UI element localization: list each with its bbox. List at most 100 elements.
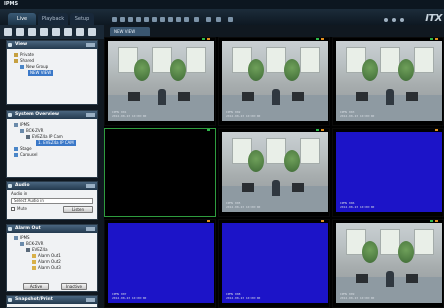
video-tile[interactable]: IPMS 005 2012-08-23 10:00:00 xyxy=(218,128,330,217)
edit-view-icon[interactable] xyxy=(40,28,48,36)
screen-icon[interactable] xyxy=(228,17,233,22)
tree-item-carousel[interactable]: Carousel xyxy=(10,152,94,158)
tab-live[interactable]: Live xyxy=(8,13,36,25)
device-icon xyxy=(26,248,30,252)
monitor-shape xyxy=(178,92,190,101)
panel-controls-icon[interactable] xyxy=(86,43,95,47)
record-status-icon xyxy=(316,129,319,131)
video-grid: IPMS 001 2012-08-23 10:00:00 IPMS 002 2012… xyxy=(104,37,444,308)
camera-snapshot-icon xyxy=(8,298,12,302)
layout-1p5-icon[interactable] xyxy=(152,17,157,22)
motion-status-icon xyxy=(321,38,324,40)
tree-item-new-view[interactable]: NEW VIEW xyxy=(28,70,54,76)
help-icon[interactable] xyxy=(400,18,404,22)
tree-item-label: BCK-ZVR xyxy=(26,241,44,246)
tab-setup[interactable]: Setup xyxy=(70,13,94,25)
camera-remove-icon[interactable] xyxy=(76,28,84,36)
sequence-icon[interactable] xyxy=(206,17,211,22)
mute-checkbox[interactable] xyxy=(11,207,15,211)
alarm-active-button[interactable]: Active xyxy=(23,283,49,290)
audio-panel-title: Audio xyxy=(15,183,30,188)
snapshot-title: Snapshot/Print xyxy=(15,297,53,302)
alarm-out-panel: Alarm Out IPMS BCK-ZVR EVEZ4a Alarm Out1… xyxy=(6,224,98,292)
window-shape xyxy=(380,229,400,255)
tree-item-label: Carousel xyxy=(20,152,38,157)
alarm-out-header[interactable]: Alarm Out xyxy=(7,225,97,233)
tree-item-label: Alarm Out1 xyxy=(38,253,61,258)
layout-1p7-icon[interactable] xyxy=(160,17,165,22)
folder-icon xyxy=(14,53,18,57)
fullscreen-icon[interactable] xyxy=(216,17,221,22)
audio-panel-header[interactable]: Audio xyxy=(7,182,97,190)
monitor-shape xyxy=(242,92,254,101)
snapshot-header[interactable]: Snapshot/Print xyxy=(7,296,97,304)
video-tile-selected[interactable] xyxy=(104,128,216,217)
camera-feed: IPMS 005 2012-08-23 10:00:00 xyxy=(222,132,328,212)
alarm-out-3[interactable]: Alarm Out3 xyxy=(10,265,94,271)
video-tile[interactable]: IPMS 001 2012-08-23 10:00:00 xyxy=(104,37,216,126)
panel-controls-icon[interactable] xyxy=(86,298,95,302)
favorite-icon[interactable] xyxy=(52,28,60,36)
delete-view-icon[interactable] xyxy=(28,28,36,36)
save-view-icon[interactable] xyxy=(16,28,24,36)
relay-icon xyxy=(32,254,36,258)
no-signal-feed: IPMS 006 2012-08-23 10:00:00 xyxy=(336,132,442,212)
layout-dropdown-icon[interactable] xyxy=(194,17,199,22)
monitor-shape xyxy=(128,92,140,101)
listen-button[interactable]: Listen xyxy=(63,206,93,213)
camera-osd: IPMS 002 2012-08-23 10:00:00 xyxy=(226,110,260,118)
alarm-inactive-button[interactable]: Inactive xyxy=(61,283,87,290)
monitor-shape xyxy=(292,92,304,101)
audio-in-label: Audio in xyxy=(11,191,28,196)
osd-timestamp: 2012-08-23 10:00:00 xyxy=(112,113,147,118)
panel-controls-icon[interactable] xyxy=(86,113,95,117)
motion-status-icon xyxy=(321,220,324,222)
monitor-shape xyxy=(356,92,368,101)
tree-item-label: Alarm Out2 xyxy=(38,259,61,264)
lock-icon[interactable] xyxy=(384,18,388,22)
plant-shape xyxy=(134,59,150,81)
layout-1p12-icon[interactable] xyxy=(168,17,173,22)
video-tile[interactable]: IPMS 003 2012-08-23 10:00:00 xyxy=(332,37,444,126)
window-shape xyxy=(414,47,434,73)
layout-custom-icon[interactable] xyxy=(176,17,181,22)
layout-4x4-icon[interactable] xyxy=(136,17,141,22)
camera-add-icon[interactable] xyxy=(64,28,72,36)
video-tile[interactable]: IPMS 009 2012-08-23 10:00:00 xyxy=(332,219,444,308)
video-tile-no-signal[interactable]: IPMS 007 2012-08-23 10:00:00 xyxy=(104,219,216,308)
audio-panel: Audio Audio in Select Audio in Mute List… xyxy=(6,181,98,220)
tree-item-label: EVEZ4a IP Cam xyxy=(32,134,63,139)
record-status-icon xyxy=(430,220,433,222)
plant-shape xyxy=(170,59,186,81)
plant-shape xyxy=(362,241,378,263)
panel-controls-icon[interactable] xyxy=(86,227,95,231)
mute-label: Mute xyxy=(17,206,28,211)
video-tile-no-signal[interactable]: IPMS 006 2012-08-23 10:00:00 xyxy=(332,128,444,217)
audio-in-select[interactable]: Select Audio in xyxy=(11,198,93,204)
camera-osd: IPMS 009 2012-08-23 10:00:00 xyxy=(340,292,374,300)
settings-icon[interactable] xyxy=(392,18,396,22)
layout-1x1-icon[interactable] xyxy=(112,17,117,22)
window-shape xyxy=(266,138,286,164)
snapshot-panel: Snapshot/Print xyxy=(6,295,98,308)
tab-playback[interactable]: Playback xyxy=(38,13,68,25)
server-icon xyxy=(14,123,18,127)
add-view-icon[interactable] xyxy=(4,28,12,36)
panel-controls-icon[interactable] xyxy=(86,184,95,188)
view-panel-header[interactable]: View xyxy=(7,41,97,49)
layout-wide-icon[interactable] xyxy=(184,17,189,22)
settings-tool-icon[interactable] xyxy=(88,28,96,36)
plant-shape xyxy=(284,59,300,81)
motion-status-icon xyxy=(435,129,438,131)
layout-2x2-icon[interactable] xyxy=(120,17,125,22)
left-toolbar xyxy=(0,25,104,39)
layout-3x3-icon[interactable] xyxy=(128,17,133,22)
plant-shape xyxy=(398,241,414,263)
video-tile-no-signal[interactable]: IPMS 008 2012-08-23 10:00:00 xyxy=(218,219,330,308)
window-shape xyxy=(380,47,400,73)
view-tab-new-view[interactable]: NEW VIEW xyxy=(110,27,150,36)
video-tile[interactable]: IPMS 002 2012-08-23 10:00:00 xyxy=(218,37,330,126)
monitor-shape xyxy=(292,183,304,192)
system-overview-header[interactable]: System Overview xyxy=(7,111,97,119)
layout-5x5-icon[interactable] xyxy=(144,17,149,22)
